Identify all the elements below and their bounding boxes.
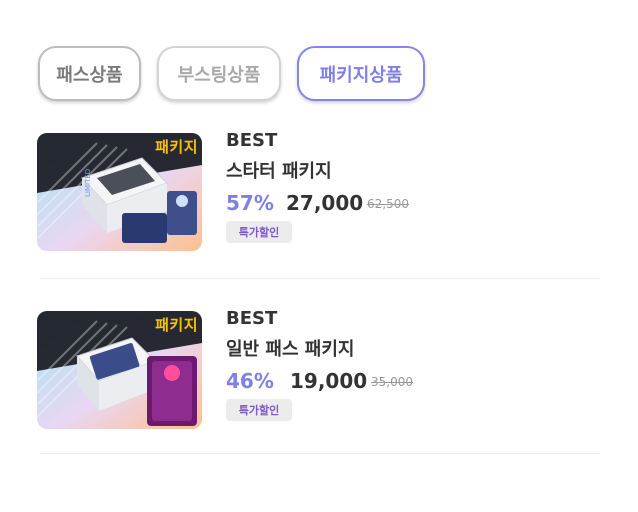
package-badge: 패키지 bbox=[155, 316, 198, 334]
special-discount-tag: 특가할인 bbox=[226, 399, 292, 421]
product-thumbnail[interactable]: LIMITED 패키지 bbox=[37, 133, 202, 251]
divider bbox=[40, 453, 600, 454]
sale-price: 19,000 bbox=[290, 369, 368, 393]
package-badge: 패키지 bbox=[155, 138, 198, 156]
category-tabs: 패스상품 부스팅상품 패키지상품 bbox=[38, 46, 425, 101]
tab-boosting-products[interactable]: 부스팅상품 bbox=[157, 46, 281, 101]
original-price: 35,000 bbox=[371, 375, 413, 389]
tab-package-products[interactable]: 패키지상품 bbox=[297, 46, 425, 101]
product-name[interactable]: 일반 패스 패키지 bbox=[226, 335, 354, 361]
original-price: 62,500 bbox=[367, 197, 409, 211]
discount-rate: 57% bbox=[226, 191, 274, 215]
best-label: BEST bbox=[226, 308, 278, 329]
discount-rate: 46% bbox=[226, 369, 274, 393]
special-discount-tag: 특가할인 bbox=[226, 221, 292, 243]
svg-text:LIMITED: LIMITED bbox=[84, 169, 92, 197]
best-label: BEST bbox=[226, 130, 278, 151]
sale-price: 27,000 bbox=[286, 191, 364, 215]
product-name[interactable]: 스타터 패키지 bbox=[226, 157, 332, 183]
divider bbox=[40, 278, 600, 279]
product-thumbnail[interactable]: 패키지 bbox=[37, 311, 202, 429]
tab-pass-products[interactable]: 패스상품 bbox=[38, 46, 141, 101]
